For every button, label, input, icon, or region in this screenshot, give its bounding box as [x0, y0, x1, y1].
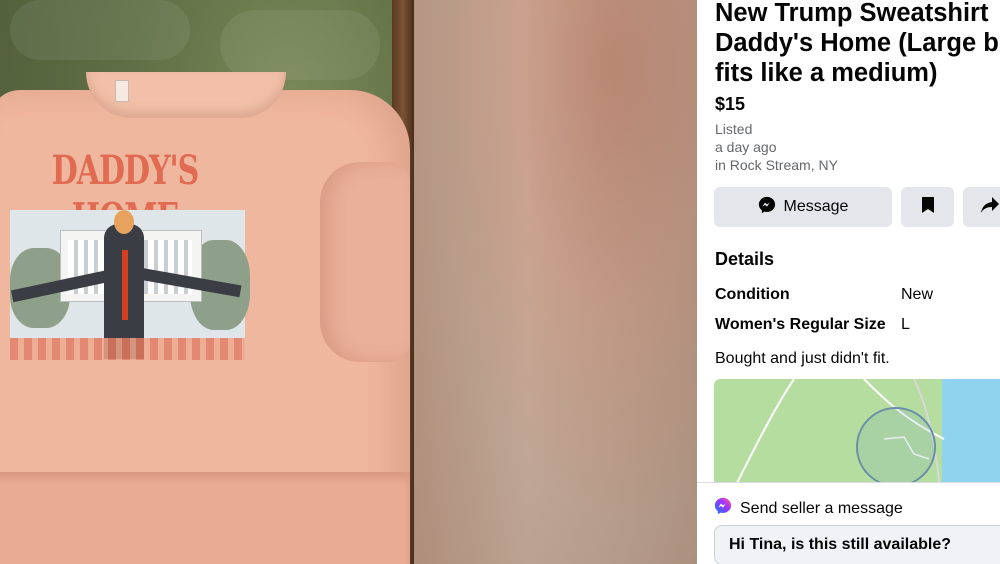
- backdrop-shading: [414, 0, 697, 564]
- listing-location[interactable]: in Rock Stream, NY: [715, 157, 838, 173]
- blurred-photo-backdrop: [414, 0, 697, 564]
- listing-title: New Trump Sweatshirt Daddy's Home (Large…: [715, 0, 1000, 88]
- print-figure-tie: [122, 250, 128, 320]
- shirt-print: DADDY'S HOME: [10, 92, 250, 360]
- location-map[interactable]: [714, 379, 1000, 489]
- send-message-header: Send seller a message: [714, 497, 903, 520]
- blanket-fold: [220, 10, 380, 80]
- share-button[interactable]: [963, 187, 1000, 227]
- message-button-label: Message: [783, 198, 849, 215]
- message-input[interactable]: [714, 525, 1000, 564]
- listed-time: a day ago: [715, 139, 777, 155]
- messenger-icon: [714, 497, 732, 520]
- map-location-radius: [856, 407, 936, 487]
- listing-price: $15: [715, 94, 746, 114]
- listing-title-line: Daddy's Home (Large b: [715, 29, 999, 57]
- save-button[interactable]: [901, 187, 954, 227]
- messenger-icon: [758, 196, 776, 219]
- detail-value-size: L: [901, 316, 910, 333]
- details-heading: Details: [715, 249, 775, 269]
- send-message-heading: Send seller a message: [740, 499, 903, 517]
- listing-title-line: New Trump Sweatshirt: [715, 0, 989, 27]
- print-flowers: [10, 338, 245, 360]
- shirt-print-scene: [10, 210, 250, 360]
- listing-details-panel: New Trump Sweatshirt Daddy's Home (Large…: [697, 0, 1000, 564]
- listing-photo[interactable]: DADDY'S HOME: [0, 0, 414, 564]
- share-icon: [980, 196, 1000, 219]
- blanket-fold: [10, 0, 190, 60]
- listing-description: Bought and just didn't fit.: [715, 350, 890, 367]
- message-button[interactable]: Message: [714, 187, 892, 227]
- detail-label-condition: Condition: [715, 286, 790, 303]
- sweatshirt-waistband: [0, 472, 410, 564]
- bookmark-icon: [921, 196, 935, 219]
- detail-label-size: Women's Regular Size: [715, 316, 886, 333]
- listed-label: Listed: [715, 121, 753, 137]
- send-message-panel: Send seller a message: [697, 482, 1000, 564]
- print-figure-head: [114, 210, 134, 234]
- detail-value-condition: New: [901, 286, 934, 303]
- sweatshirt-sleeve: [320, 162, 410, 362]
- listing-title-line: fits like a medium): [715, 59, 938, 87]
